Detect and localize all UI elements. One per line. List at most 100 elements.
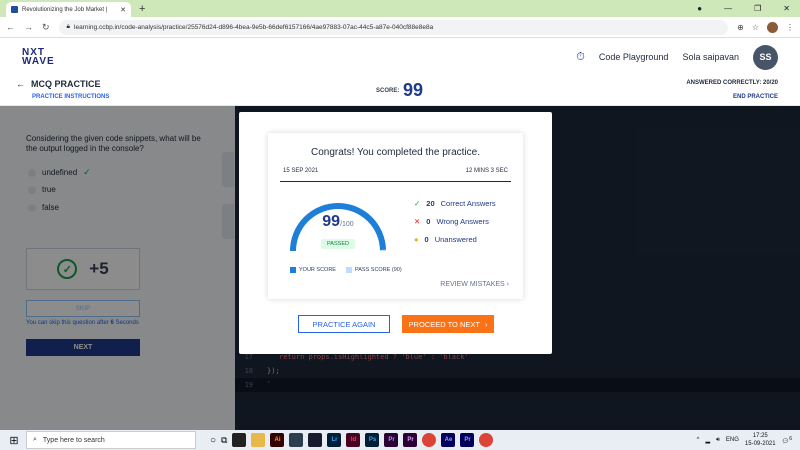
address-bar-row: ← → ↻ 🔒︎ learning.ccbp.in/code-analysis/… — [0, 17, 800, 38]
extensions: ⊕ ☆ ⋮ — [737, 21, 794, 33]
back-arrow-icon[interactable]: ← — [16, 79, 25, 89]
answered-correctly: ANSWERED CORRECTLY: 20/20 — [686, 80, 778, 86]
practice-again-button[interactable]: PRACTICE AGAIN — [298, 315, 390, 333]
legend-swatch — [290, 267, 296, 273]
proceed-label: PROCEED TO NEXT — [408, 319, 480, 329]
favicon-icon — [11, 6, 18, 13]
header-right: ⏱ Code Playground Sola saipavan SS — [576, 44, 778, 70]
forward-icon[interactable]: → — [24, 22, 33, 32]
browser-tab[interactable]: Revolutionizing the Job Market | ✕ — [6, 2, 131, 17]
cross-icon: ✕ — [414, 217, 421, 226]
app-header: NXT WAVE ⏱ Code Playground Sola saipavan… — [0, 38, 800, 76]
profile-dot-icon[interactable]: ● — [697, 4, 702, 13]
close-tab-icon[interactable]: ✕ — [120, 6, 126, 14]
language-indicator[interactable]: ENG — [726, 437, 739, 443]
app-icon[interactable] — [289, 433, 304, 447]
back-icon[interactable]: ← — [6, 22, 15, 32]
file-explorer-icon[interactable] — [251, 433, 266, 447]
legend-your-score: YOUR SCORE — [290, 267, 336, 273]
app-icon[interactable] — [308, 433, 323, 447]
search-placeholder: Type here to search — [42, 436, 105, 444]
dot-icon: ● — [414, 235, 419, 244]
minimize-icon[interactable]: — — [724, 4, 732, 13]
avatar[interactable]: SS — [753, 44, 778, 70]
result-stats: ✓ 20 Correct Answers ✕ 0 Wrong Answers ●… — [414, 199, 496, 244]
after-effects-icon[interactable]: Ae — [441, 433, 456, 447]
correct-label: Correct Answers — [440, 199, 496, 208]
gauge-score-value: 99 — [322, 213, 341, 230]
chevron-right-icon: › — [506, 281, 509, 288]
indesign-icon[interactable]: Id — [346, 433, 361, 447]
unanswered-count: 0 — [424, 235, 429, 244]
congrats-title: Congrats! You completed the practice. — [311, 147, 480, 158]
chevron-up-icon[interactable]: ^ — [697, 437, 700, 443]
review-mistakes-link[interactable]: REVIEW MISTAKES › — [440, 281, 509, 288]
premiere-pro-icon[interactable]: Pr — [460, 433, 475, 447]
close-window-icon[interactable]: ✕ — [783, 4, 790, 13]
page-title-row: ← MCQ PRACTICE — [16, 79, 101, 89]
code-playground-link[interactable]: Code Playground — [599, 52, 669, 62]
app-icon[interactable]: Pr — [403, 433, 418, 447]
unanswered-label: Unanswered — [434, 235, 477, 244]
star-icon[interactable]: ☆ — [752, 23, 759, 32]
taskbar-search-input[interactable]: ⌕ Type here to search — [26, 431, 196, 449]
window-controls: ● — ❐ ✕ — [697, 0, 800, 17]
url-field[interactable]: 🔒︎ learning.ccbp.in/code-analysis/practi… — [58, 19, 729, 35]
correct-count: 20 — [426, 199, 435, 208]
wrong-count: 0 — [426, 217, 431, 226]
completion-duration: 12 MINS 3 SEC — [465, 168, 508, 174]
nxtwave-logo[interactable]: NXT WAVE — [22, 48, 55, 67]
gauge-score: 99/100 — [283, 213, 393, 231]
search-icon: ⌕ — [33, 436, 37, 443]
page-title: MCQ PRACTICE — [31, 79, 101, 89]
profile-avatar-icon[interactable] — [767, 21, 778, 33]
app-icon[interactable] — [232, 433, 247, 447]
score-value: 99 — [403, 80, 424, 100]
practice-instructions-link[interactable]: PRACTICE INSTRUCTIONS — [32, 94, 109, 100]
stat-unanswered: ● 0 Unanswered — [414, 235, 496, 244]
divider — [280, 181, 511, 182]
score-gauge: 99/100 PASSED — [283, 191, 393, 255]
result-card: Congrats! You completed the practice. 15… — [268, 133, 523, 299]
new-tab-button[interactable]: + — [139, 2, 145, 17]
cortana-icon[interactable]: ○ — [210, 435, 216, 446]
timer-icon: ⏱ — [576, 50, 585, 63]
volume-icon[interactable]: 🔊︎ — [716, 437, 720, 444]
status-badge: PASSED — [321, 239, 355, 249]
windows-start-icon[interactable]: ⊞ — [4, 434, 24, 447]
check-icon: ✓ — [414, 199, 421, 208]
install-icon[interactable]: ⊕ — [737, 23, 744, 32]
lock-icon: 🔒︎ — [66, 23, 71, 30]
notification-count: 6 — [789, 435, 792, 442]
url-text: learning.ccbp.in/code-analysis/practice/… — [74, 23, 434, 31]
completion-date: 15 SEP 2021 — [283, 168, 319, 174]
gauge-legend: YOUR SCORE PASS SCORE (90) — [290, 267, 402, 273]
clock[interactable]: 17:25 15-09-2021 — [745, 432, 776, 448]
photoshop-icon[interactable]: Ps — [365, 433, 380, 447]
task-view-icon[interactable]: ⧉ — [221, 435, 227, 446]
network-icon[interactable]: ▂ — [705, 437, 710, 444]
end-practice-button[interactable]: END PRACTICE — [733, 94, 778, 100]
tab-title: Revolutionizing the Job Market | — [22, 6, 108, 13]
premiere-icon[interactable]: Pr — [384, 433, 399, 447]
completion-modal: Congrats! You completed the practice. 15… — [239, 112, 552, 354]
system-tray: ^ ▂ 🔊︎ ENG 17:25 15-09-2021 💬︎6 — [697, 432, 800, 448]
legend-label: PASS SCORE (90) — [354, 267, 402, 273]
proceed-to-next-button[interactable]: PROCEED TO NEXT › — [402, 315, 494, 333]
chevron-right-icon: › — [484, 319, 488, 329]
clock-time: 17:25 — [752, 433, 768, 439]
maximize-icon[interactable]: ❐ — [754, 4, 761, 13]
score-label: SCORE: — [376, 88, 400, 94]
legend-swatch — [345, 267, 352, 273]
sub-header: ← MCQ PRACTICE PRACTICE INSTRUCTIONS SCO… — [0, 76, 800, 106]
notification-icon[interactable]: 💬︎6 — [782, 436, 792, 445]
chrome-active-icon[interactable] — [479, 433, 494, 447]
illustrator-icon[interactable]: Ai — [270, 433, 285, 447]
gauge-out-of: /100 — [340, 221, 354, 228]
lightroom-icon[interactable]: Lr — [327, 433, 342, 447]
menu-icon[interactable]: ⋮ — [786, 23, 794, 32]
legend-pass-score: PASS SCORE (90) — [345, 267, 402, 273]
stat-wrong: ✕ 0 Wrong Answers — [414, 217, 496, 226]
chrome-icon[interactable] — [422, 433, 437, 447]
reload-icon[interactable]: ↻ — [42, 22, 50, 33]
